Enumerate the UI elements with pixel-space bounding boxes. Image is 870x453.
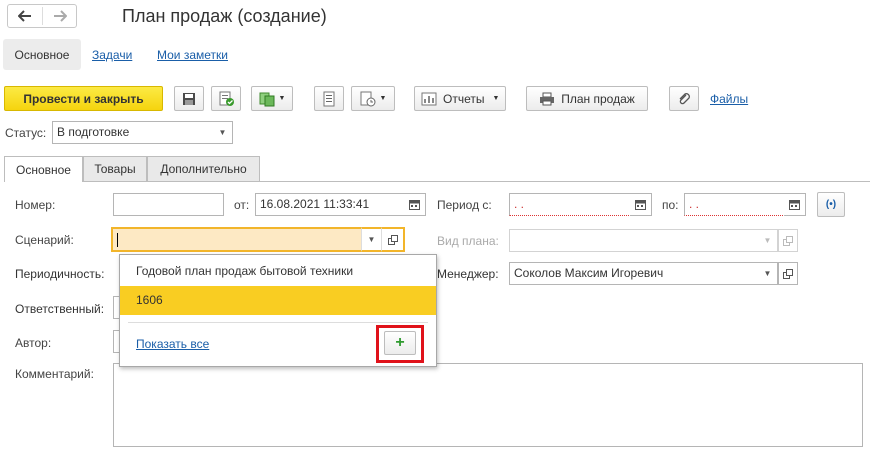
scenario-open-button[interactable] [381,227,405,252]
nav-tab-tasks[interactable]: Задачи [92,48,132,62]
back-arrow-icon[interactable] [8,5,41,27]
tab-panel-border [4,181,870,182]
manager-dropdown-button[interactable]: ▼ [758,262,778,285]
show-all-link[interactable]: Показать все [136,337,209,351]
manager-open-button[interactable] [778,262,798,285]
status-dropdown-button[interactable]: ▼ [213,121,233,144]
sales-plan-print-button[interactable]: План продаж [526,86,648,111]
number-input[interactable] [113,193,224,216]
status-select[interactable]: В подготовке [52,121,214,144]
comment-textarea[interactable] [113,363,863,447]
dropdown-divider [128,322,428,323]
open-form-icon [783,235,793,246]
reports-label: Отчеты [443,91,485,106]
author-label: Автор: [15,336,52,350]
post-document-icon [219,91,234,106]
list-button[interactable] [314,86,344,111]
scenario-dropdown-popup: Годовой план продаж бытовой техники 1606… [119,254,437,367]
history-button[interactable]: ▼ [351,86,395,111]
date-from-label: от: [234,198,250,212]
post-and-close-button[interactable]: Провести и закрыть [4,86,163,111]
tab-additional[interactable]: Дополнительно [147,156,260,182]
period-from-input[interactable]: . . [509,193,631,216]
create-based-on-button[interactable]: ▼ [251,86,293,111]
number-label: Номер: [15,198,56,212]
comment-label: Комментарий: [15,367,94,381]
scenario-label: Сценарий: [15,233,74,247]
calendar-icon [635,200,646,210]
save-button[interactable] [174,86,204,111]
period-selector-icon: (•) [825,199,837,210]
date-calendar-button[interactable] [404,193,426,216]
chevron-down-icon: ▼ [492,95,500,102]
manager-label: Менеджер: [437,267,499,281]
add-new-button[interactable]: + [384,331,416,355]
forward-arrow-icon[interactable] [43,5,76,27]
open-form-icon [387,234,398,245]
paperclip-icon [679,92,690,104]
scenario-dropdown-button[interactable]: ▼ [361,227,381,252]
status-label: Статус: [5,126,47,140]
calendar-icon [409,200,420,210]
open-form-icon [783,268,793,279]
chevron-down-icon: ▼ [763,269,772,278]
period-from-calendar-button[interactable] [630,193,652,216]
chevron-down-icon: ▼ [763,236,772,245]
plan-type-label: Вид плана: [437,234,499,248]
text-cursor [117,233,118,247]
calendar-icon [789,200,800,210]
responsible-label: Ответственный: [15,302,105,316]
period-from-label: Период с: [437,198,492,212]
window-title: План продаж (создание) [122,6,327,26]
periodicity-label: Периодичность: [15,267,105,281]
chevron-down-icon: ▼ [367,235,376,244]
dropdown-item-selected[interactable]: 1606 [120,286,436,315]
period-to-label: по: [662,198,679,212]
dropdown-item[interactable]: Годовой план продаж бытовой техники [120,255,436,286]
reports-button[interactable]: Отчеты ▼ [414,86,506,111]
date-input[interactable]: 16.08.2021 11:33:41 [255,193,405,216]
chevron-down-icon: ▼ [218,128,227,137]
plan-type-input [509,229,759,252]
tab-goods[interactable]: Товары [83,156,147,182]
reports-icon [421,92,437,105]
document-clock-icon [360,91,376,106]
plus-icon: + [395,334,405,351]
chevron-down-icon: ▼ [278,95,286,102]
period-to-calendar-button[interactable] [784,193,806,216]
printer-icon [540,92,555,105]
plan-type-open-button [778,229,798,252]
create-based-icon [259,92,275,106]
post-button[interactable] [211,86,241,111]
save-icon [183,92,195,105]
tab-main[interactable]: Основное [4,156,83,182]
sales-plan-label: План продаж [561,91,635,106]
chevron-down-icon: ▼ [379,95,387,102]
scenario-input[interactable] [111,227,361,252]
nav-tab-notes[interactable]: Мои заметки [157,48,228,62]
nav-tab-main[interactable]: Основное [3,39,81,70]
plan-type-dropdown-button: ▼ [758,229,778,252]
files-link[interactable]: Файлы [710,92,748,106]
manager-input[interactable]: Соколов Максим Игоревич [509,262,759,285]
period-to-input[interactable]: . . [684,193,785,216]
attach-button[interactable] [669,86,699,111]
list-icon [323,91,335,106]
period-selector-button[interactable]: (•) [817,192,845,217]
